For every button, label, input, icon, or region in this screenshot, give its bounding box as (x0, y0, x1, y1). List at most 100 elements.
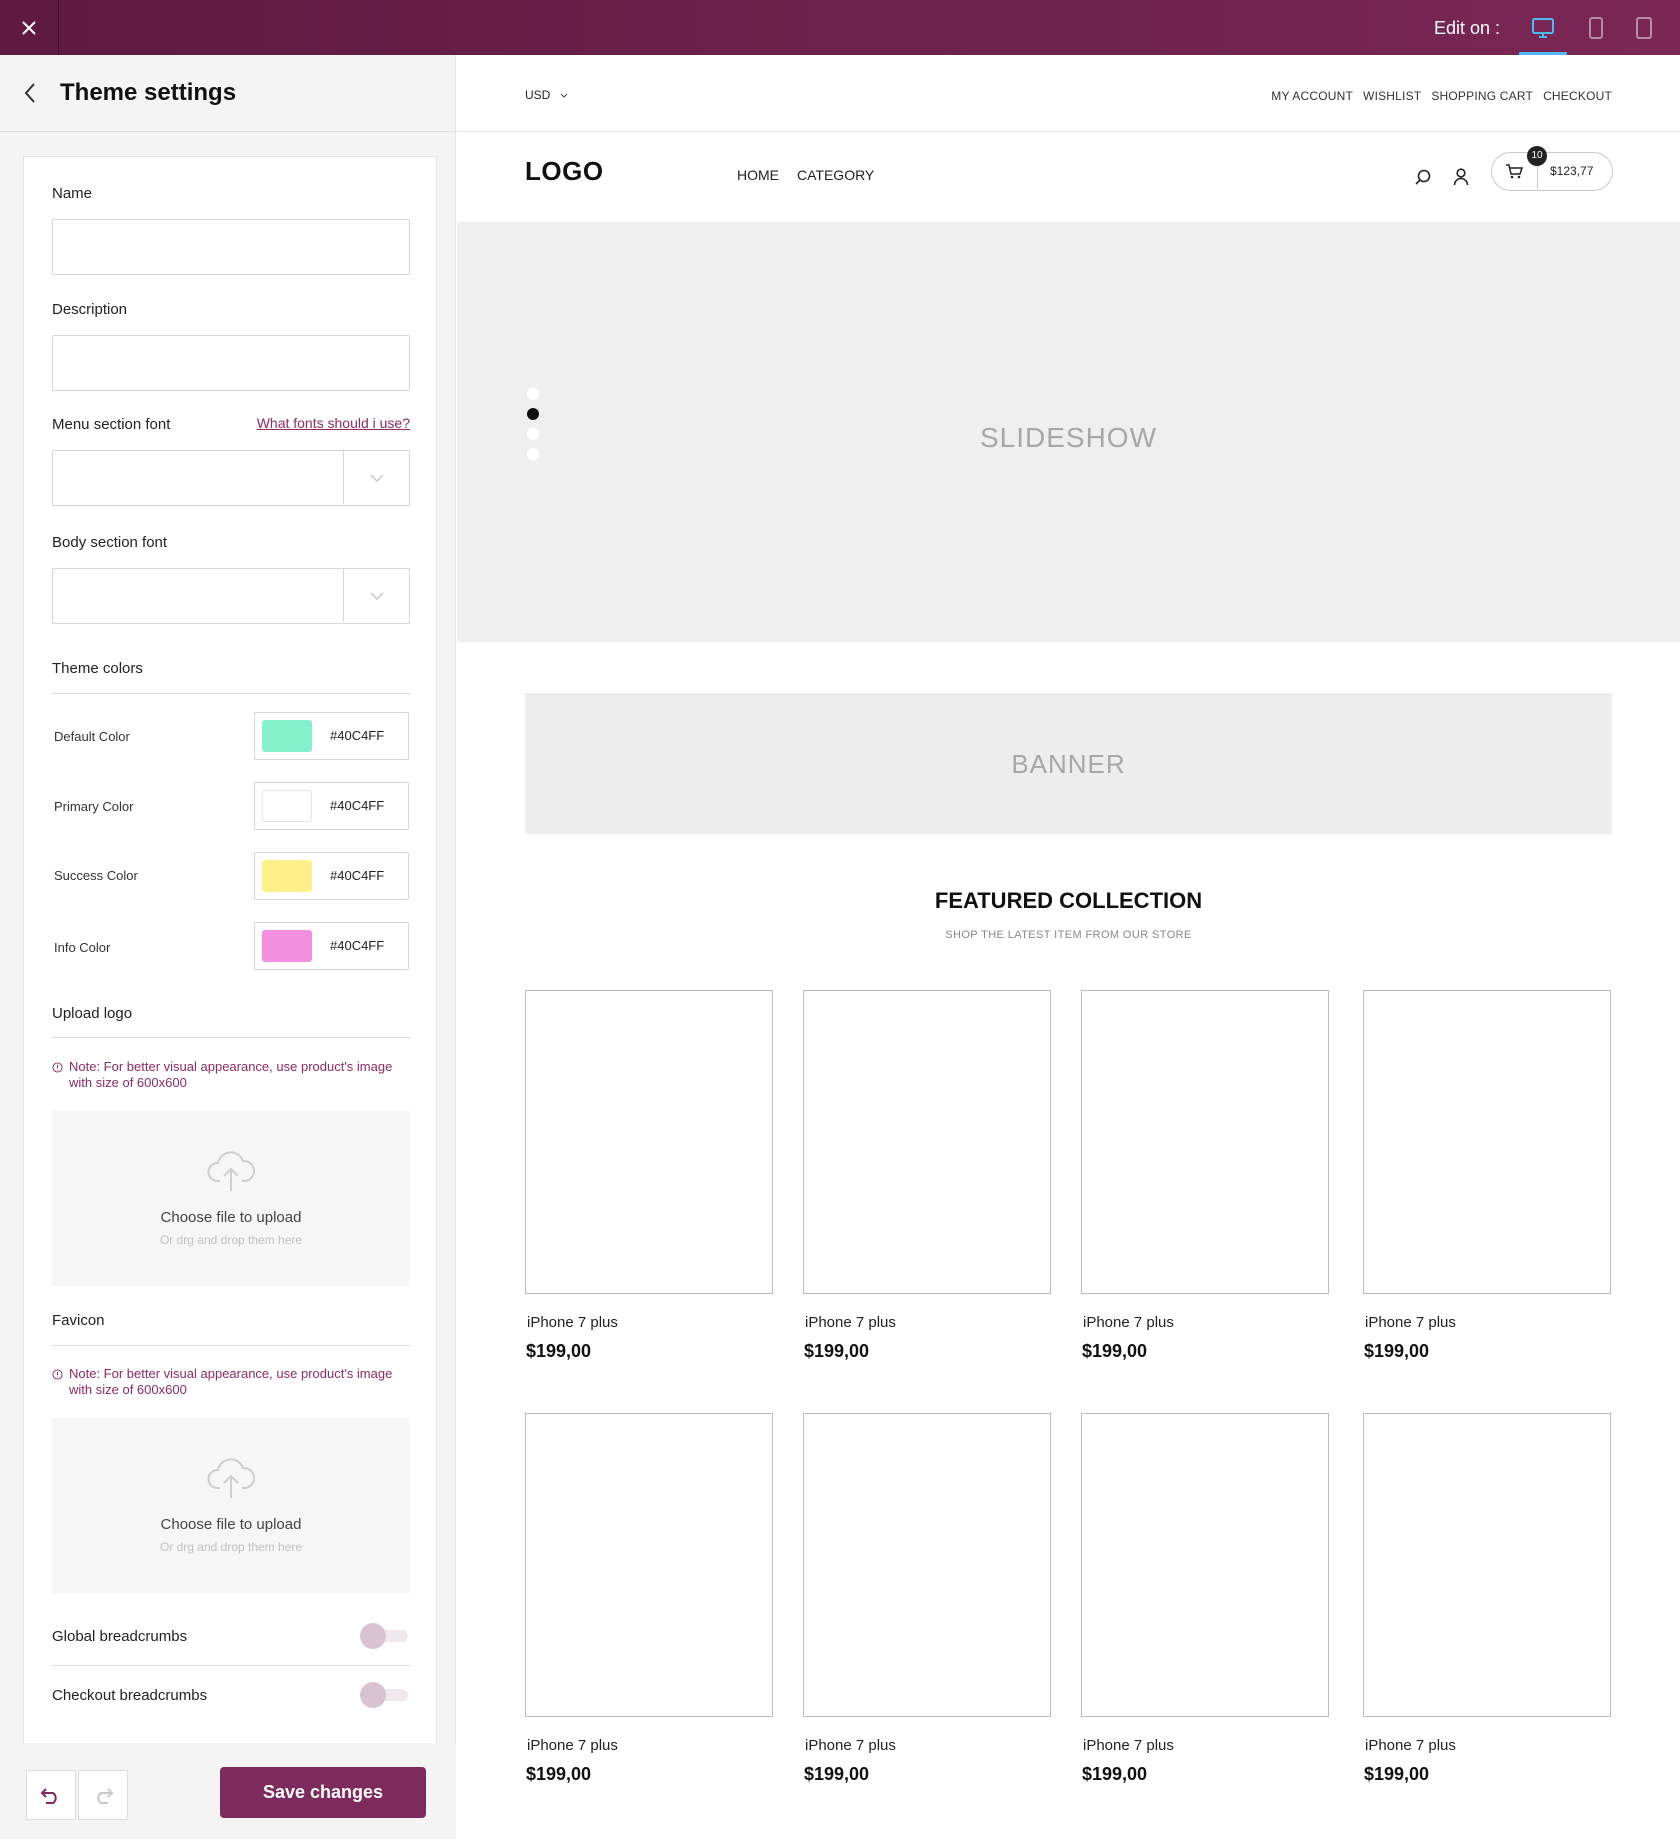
search-button[interactable] (1408, 162, 1438, 192)
product-name[interactable]: iPhone 7 plus (525, 1737, 773, 1754)
menu-font-caret[interactable] (343, 451, 409, 504)
close-button[interactable] (0, 0, 59, 55)
upload-logo-drop: Or drg and drop them here (159, 1233, 303, 1247)
cart-total: $123,77 (1550, 164, 1594, 178)
redo-button[interactable] (78, 1770, 128, 1820)
product-name[interactable]: iPhone 7 plus (1081, 1737, 1329, 1754)
product-price: $199,00 (526, 1341, 592, 1361)
description-input[interactable] (52, 335, 410, 391)
theme-colors-heading: Theme colors (52, 660, 143, 677)
name-input[interactable] (52, 219, 410, 275)
favicon-dropzone[interactable]: Choose file to upload Or drg and drop th… (52, 1418, 410, 1593)
upload-logo-dropzone[interactable]: Choose file to upload Or drg and drop th… (52, 1111, 410, 1286)
back-button[interactable] (0, 55, 60, 132)
tablet-view-button[interactable] (1572, 0, 1620, 55)
default-color-picker[interactable]: #40C4FF (254, 712, 409, 760)
shopping-cart-link[interactable]: SHOPPING CART (1431, 89, 1533, 103)
checkout-link[interactable]: CHECKOUT (1543, 89, 1612, 103)
primary-color-picker[interactable]: #40C4FF (254, 782, 409, 830)
save-changes-button[interactable]: Save changes (220, 1767, 426, 1818)
product-image[interactable] (1363, 990, 1611, 1294)
editor-topbar: Edit on : (0, 0, 1680, 55)
user-icon (1453, 168, 1469, 186)
main-menu: HOME CATEGORY (737, 167, 874, 183)
checkout-breadcrumbs-toggle[interactable] (360, 1681, 410, 1709)
product-name[interactable]: iPhone 7 plus (1363, 1737, 1611, 1754)
currency-select[interactable]: USD (525, 88, 568, 102)
undo-icon (40, 1788, 57, 1804)
body-font-label: Body section font (52, 534, 168, 551)
favicon-note-text: Note: For better visual appearance, use … (69, 1366, 393, 1397)
cart-button[interactable]: 10 $123,77 (1491, 146, 1613, 191)
checkout-breadcrumbs-label: Checkout breadcrumbs (52, 1687, 208, 1704)
redo-icon (97, 1788, 114, 1804)
success-color-hex: #40C4FF (330, 868, 385, 883)
mobile-view-button[interactable] (1620, 0, 1668, 55)
menu-item-home[interactable]: HOME (737, 167, 779, 183)
toggle-knob (360, 1682, 386, 1708)
my-account-link[interactable]: MY ACCOUNT (1271, 89, 1353, 103)
product-name[interactable]: iPhone 7 plus (803, 1314, 1051, 1331)
undo-button[interactable] (26, 1770, 76, 1820)
product-card[interactable]: iPhone 7 plus $199,00 (525, 1413, 773, 1785)
upload-logo-note-text: Note: For better visual appearance, use … (69, 1059, 393, 1090)
product-name[interactable]: iPhone 7 plus (1081, 1314, 1329, 1331)
favicon-choose: Choose file to upload (160, 1516, 302, 1533)
product-name[interactable]: iPhone 7 plus (803, 1737, 1051, 1754)
search-icon (1415, 169, 1431, 185)
product-image[interactable] (1081, 990, 1329, 1294)
name-label: Name (52, 185, 93, 202)
product-price: $199,00 (1082, 1764, 1148, 1784)
product-card[interactable]: iPhone 7 plus $199,00 (803, 990, 1051, 1362)
cloud-upload-icon (207, 1458, 255, 1498)
fonts-help-link[interactable]: What fonts should i use? (257, 415, 410, 431)
account-button[interactable] (1446, 162, 1476, 192)
product-image[interactable] (525, 990, 773, 1294)
wishlist-link[interactable]: WISHLIST (1363, 89, 1421, 103)
toggle-knob (360, 1623, 386, 1649)
chevron-left-icon (24, 83, 35, 103)
store-preview: USD MY ACCOUNT WISHLIST SHOPPING CART CH… (457, 55, 1680, 1839)
product-image[interactable] (803, 1413, 1051, 1717)
menu-item-category[interactable]: CATEGORY (797, 167, 874, 183)
menu-font-select[interactable] (52, 450, 410, 506)
product-price: $199,00 (1364, 1764, 1430, 1784)
mobile-icon (1636, 16, 1652, 39)
body-font-select[interactable] (52, 568, 410, 624)
settings-card: Name Description Menu section font What … (23, 156, 437, 1756)
success-color-picker[interactable]: #40C4FF (254, 852, 409, 900)
product-card[interactable]: iPhone 7 plus $199,00 (803, 1413, 1051, 1785)
featured-collection-subtitle: SHOP THE LATEST ITEM FROM OUR STORE (945, 929, 1192, 941)
slide-dot-1[interactable] (527, 388, 539, 400)
product-card[interactable]: iPhone 7 plus $199,00 (525, 990, 773, 1362)
product-card[interactable]: iPhone 7 plus $199,00 (1081, 1413, 1329, 1785)
theme-settings-panel: Theme settings Name Description Menu sec… (0, 55, 456, 1839)
product-price: $199,00 (804, 1764, 870, 1784)
edit-on-label: Edit on : (1433, 18, 1500, 38)
product-card[interactable]: iPhone 7 plus $199,00 (1081, 990, 1329, 1362)
banner[interactable]: BANNER (525, 693, 1612, 834)
slideshow[interactable]: SLIDESHOW (457, 222, 1680, 642)
global-breadcrumbs-toggle[interactable] (360, 1622, 410, 1650)
chevron-down-icon (369, 591, 384, 600)
body-font-caret[interactable] (343, 569, 409, 622)
store-logo[interactable]: LOGO (525, 156, 604, 187)
product-name[interactable]: iPhone 7 plus (525, 1314, 773, 1331)
info-color-picker[interactable]: #40C4FF (254, 922, 409, 970)
product-image[interactable] (1363, 1413, 1611, 1717)
slide-dot-2[interactable] (527, 408, 539, 420)
product-image[interactable] (803, 990, 1051, 1294)
success-color-label: Success Color (54, 868, 138, 883)
tablet-icon (1589, 16, 1603, 39)
product-card[interactable]: iPhone 7 plus $199,00 (1363, 990, 1611, 1362)
desktop-view-button[interactable] (1519, 0, 1567, 55)
product-name[interactable]: iPhone 7 plus (1363, 1314, 1611, 1331)
info-color-hex: #40C4FF (330, 938, 385, 953)
currency-value: USD (525, 88, 551, 102)
product-image[interactable] (525, 1413, 773, 1717)
product-card[interactable]: iPhone 7 plus $199,00 (1363, 1413, 1611, 1785)
chevron-down-icon (560, 93, 568, 99)
close-icon (22, 20, 36, 35)
menu-font-label: Menu section font (52, 416, 171, 433)
product-image[interactable] (1081, 1413, 1329, 1717)
